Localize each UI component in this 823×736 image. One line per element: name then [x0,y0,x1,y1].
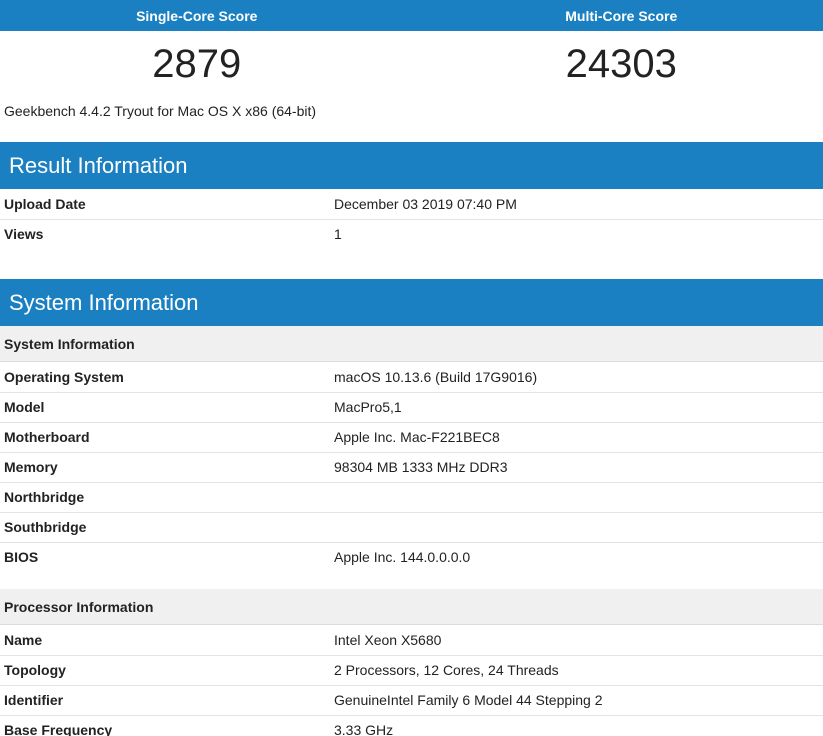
system-information-table: Operating System macOS 10.13.6 (Build 17… [0,362,823,572]
system-information-subheader: System Information [0,326,823,362]
table-row: Upload Date December 03 2019 07:40 PM [0,189,823,220]
row-value: 2 Processors, 12 Cores, 24 Threads [334,655,823,686]
row-label: Operating System [0,362,334,393]
row-value: 98304 MB 1333 MHz DDR3 [334,452,823,483]
processor-information-table: Name Intel Xeon X5680 Topology 2 Process… [0,625,823,736]
subsection-gap [0,572,823,589]
row-value: 1 [334,226,342,243]
row-value: MacPro5,1 [334,392,823,423]
row-value: macOS 10.13.6 (Build 17G9016) [334,362,823,393]
row-label: Model [0,392,334,423]
row-value: 3.33 GHz [334,722,394,736]
table-row: Model MacPro5,1 [0,392,823,423]
row-value: Intel Xeon X5680 [334,625,823,656]
table-row: BIOS Apple Inc. 144.0.0.0.0 [0,542,823,572]
score-values: 2879 24303 [0,31,823,93]
table-row: Name Intel Xeon X5680 [0,625,823,656]
table-row: Northbridge [0,482,823,513]
row-label: Memory [0,452,334,483]
row-label: Base Frequency [4,722,113,736]
row-value [334,512,823,543]
row-label: Northbridge [0,482,334,513]
row-label: Southbridge [0,512,334,543]
table-row: Base Frequency 3.33 GHz [0,715,823,736]
score-header: Single-Core Score Multi-Core Score [0,0,823,31]
row-value: Apple Inc. Mac-F221BEC8 [334,422,823,453]
result-information-header: Result Information [0,142,823,189]
row-value: December 03 2019 07:40 PM [334,189,823,220]
row-value: GenuineIntel Family 6 Model 44 Stepping … [334,685,823,716]
system-information-header: System Information [0,279,823,326]
row-label: Views [4,226,44,243]
row-label: BIOS [4,549,39,566]
row-value: Apple Inc. 144.0.0.0.0 [334,549,471,566]
row-label: Motherboard [0,422,334,453]
row-label: Identifier [0,685,334,716]
row-label: Upload Date [0,189,334,220]
single-core-score-value: 2879 [152,41,242,86]
row-label: Name [0,625,334,656]
row-label: Topology [0,655,334,686]
table-row: Identifier GenuineIntel Family 6 Model 4… [0,685,823,716]
table-row: Operating System macOS 10.13.6 (Build 17… [0,362,823,393]
table-row: Topology 2 Processors, 12 Cores, 24 Thre… [0,655,823,686]
processor-information-subheader: Processor Information [0,589,823,625]
table-row: Views 1 [0,219,823,249]
multi-core-score-value: 24303 [565,41,677,86]
row-value [334,482,823,513]
version-text: Geekbench 4.4.2 Tryout for Mac OS X x86 … [4,103,317,119]
single-core-score-label: Single-Core Score [136,7,258,24]
multi-core-score-label: Multi-Core Score [565,7,678,24]
table-row: Memory 98304 MB 1333 MHz DDR3 [0,452,823,483]
result-information-table: Upload Date December 03 2019 07:40 PM Vi… [0,189,823,249]
table-row: Motherboard Apple Inc. Mac-F221BEC8 [0,422,823,453]
table-row: Southbridge [0,512,823,543]
